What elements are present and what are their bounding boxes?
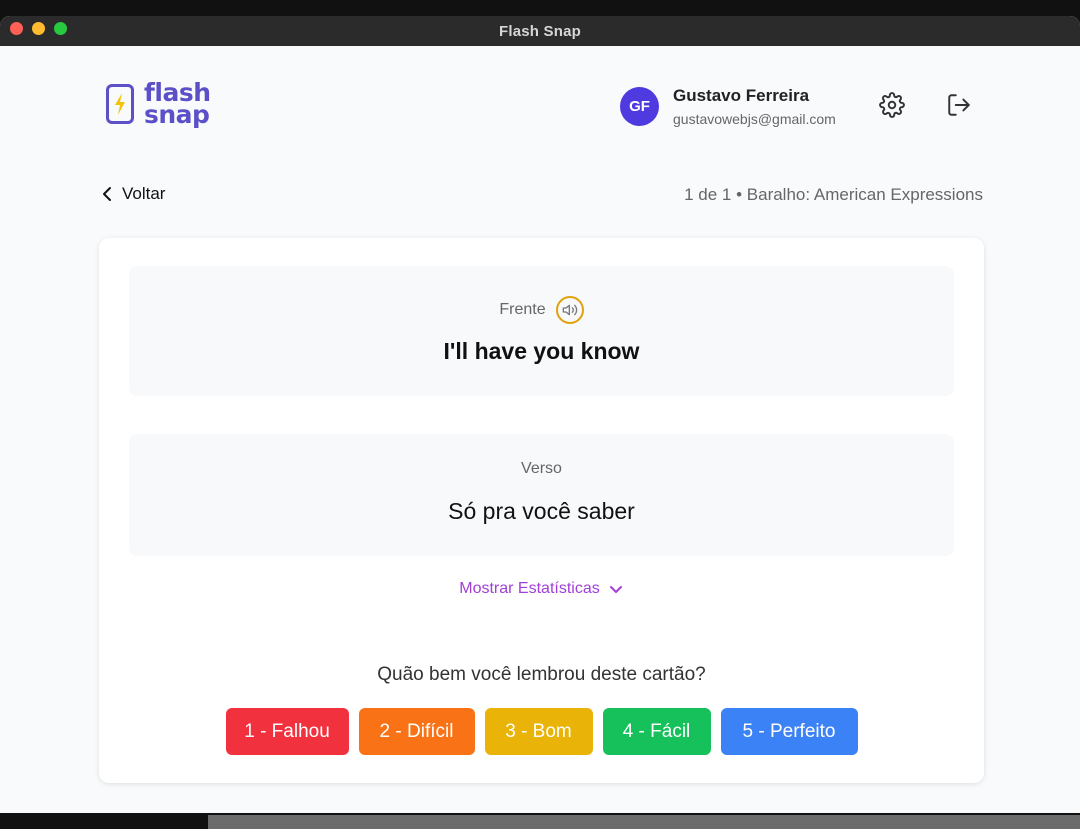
front-text: I'll have you know: [443, 338, 640, 364]
card-front: Frente I'll have you know: [129, 266, 954, 396]
back-button[interactable]: Voltar: [100, 184, 165, 204]
title-bar: Flash Snap: [0, 16, 1080, 46]
logo-line-2: snap: [144, 100, 210, 129]
rating-perfect-button[interactable]: 5 - Perfeito: [720, 708, 858, 755]
close-window-button[interactable]: [10, 22, 23, 35]
card-back: Verso Só pra você saber: [129, 434, 954, 556]
rating-buttons: 1 - Falhou 2 - Difícil 3 - Bom 4 - Fácil…: [99, 708, 984, 755]
rating-easy-button[interactable]: 4 - Fácil: [602, 708, 711, 755]
study-nav: Voltar 1 de 1 • Baralho: American Expres…: [0, 184, 1080, 208]
app-window: Flash Snap flash snap GF Gustavo Ferreir…: [0, 16, 1080, 813]
user-name: Gustavo Ferreira: [673, 86, 810, 105]
show-stats-label: Mostrar Estatísticas: [459, 580, 600, 597]
maximize-window-button[interactable]: [54, 22, 67, 35]
play-audio-button[interactable]: [555, 296, 584, 324]
deck-progress: 1 de 1 • Baralho: American Expressions: [684, 185, 983, 204]
chevron-left-icon: [103, 187, 111, 201]
bottom-strip-right: [208, 815, 1080, 829]
recall-question: Quão bem você lembrou deste cartão?: [377, 664, 706, 685]
front-label: Frente: [499, 301, 546, 318]
app-header: flash snap GF Gustavo Ferreira gustavowe…: [0, 46, 1080, 166]
rating-good-button[interactable]: 3 - Bom: [484, 708, 593, 755]
back-text: Só pra você saber: [448, 498, 635, 524]
back-label: Verso: [521, 460, 562, 477]
logo-text: flash snap: [144, 80, 211, 129]
flashcard: Frente I'll have you know Verso Só pra v…: [99, 238, 984, 783]
rating-hard-button[interactable]: 2 - Difícil: [358, 708, 475, 755]
user-profile[interactable]: GF Gustavo Ferreira gustavowebjs@gmail.c…: [620, 86, 836, 127]
logout-icon: [948, 94, 970, 116]
show-stats-toggle[interactable]: Mostrar Estatísticas: [459, 580, 623, 598]
top-strip: [0, 0, 1080, 16]
window-title: Flash Snap: [498, 22, 582, 40]
speaker-icon: [562, 304, 577, 316]
avatar: GF: [620, 87, 659, 126]
minimize-window-button[interactable]: [32, 22, 45, 35]
back-label: Voltar: [122, 184, 166, 203]
user-email: gustavowebjs@gmail.com: [673, 111, 836, 127]
logo[interactable]: flash snap: [106, 80, 211, 129]
user-info: Gustavo Ferreira gustavowebjs@gmail.com: [673, 86, 836, 127]
window-controls: [10, 22, 67, 35]
gear-icon: [879, 92, 905, 118]
rating-failed-button[interactable]: 1 - Falhou: [225, 708, 349, 755]
logout-button[interactable]: [945, 91, 973, 119]
chevron-down-icon: [609, 586, 622, 593]
settings-button[interactable]: [878, 91, 906, 119]
lightning-bolt-icon: [106, 84, 134, 124]
